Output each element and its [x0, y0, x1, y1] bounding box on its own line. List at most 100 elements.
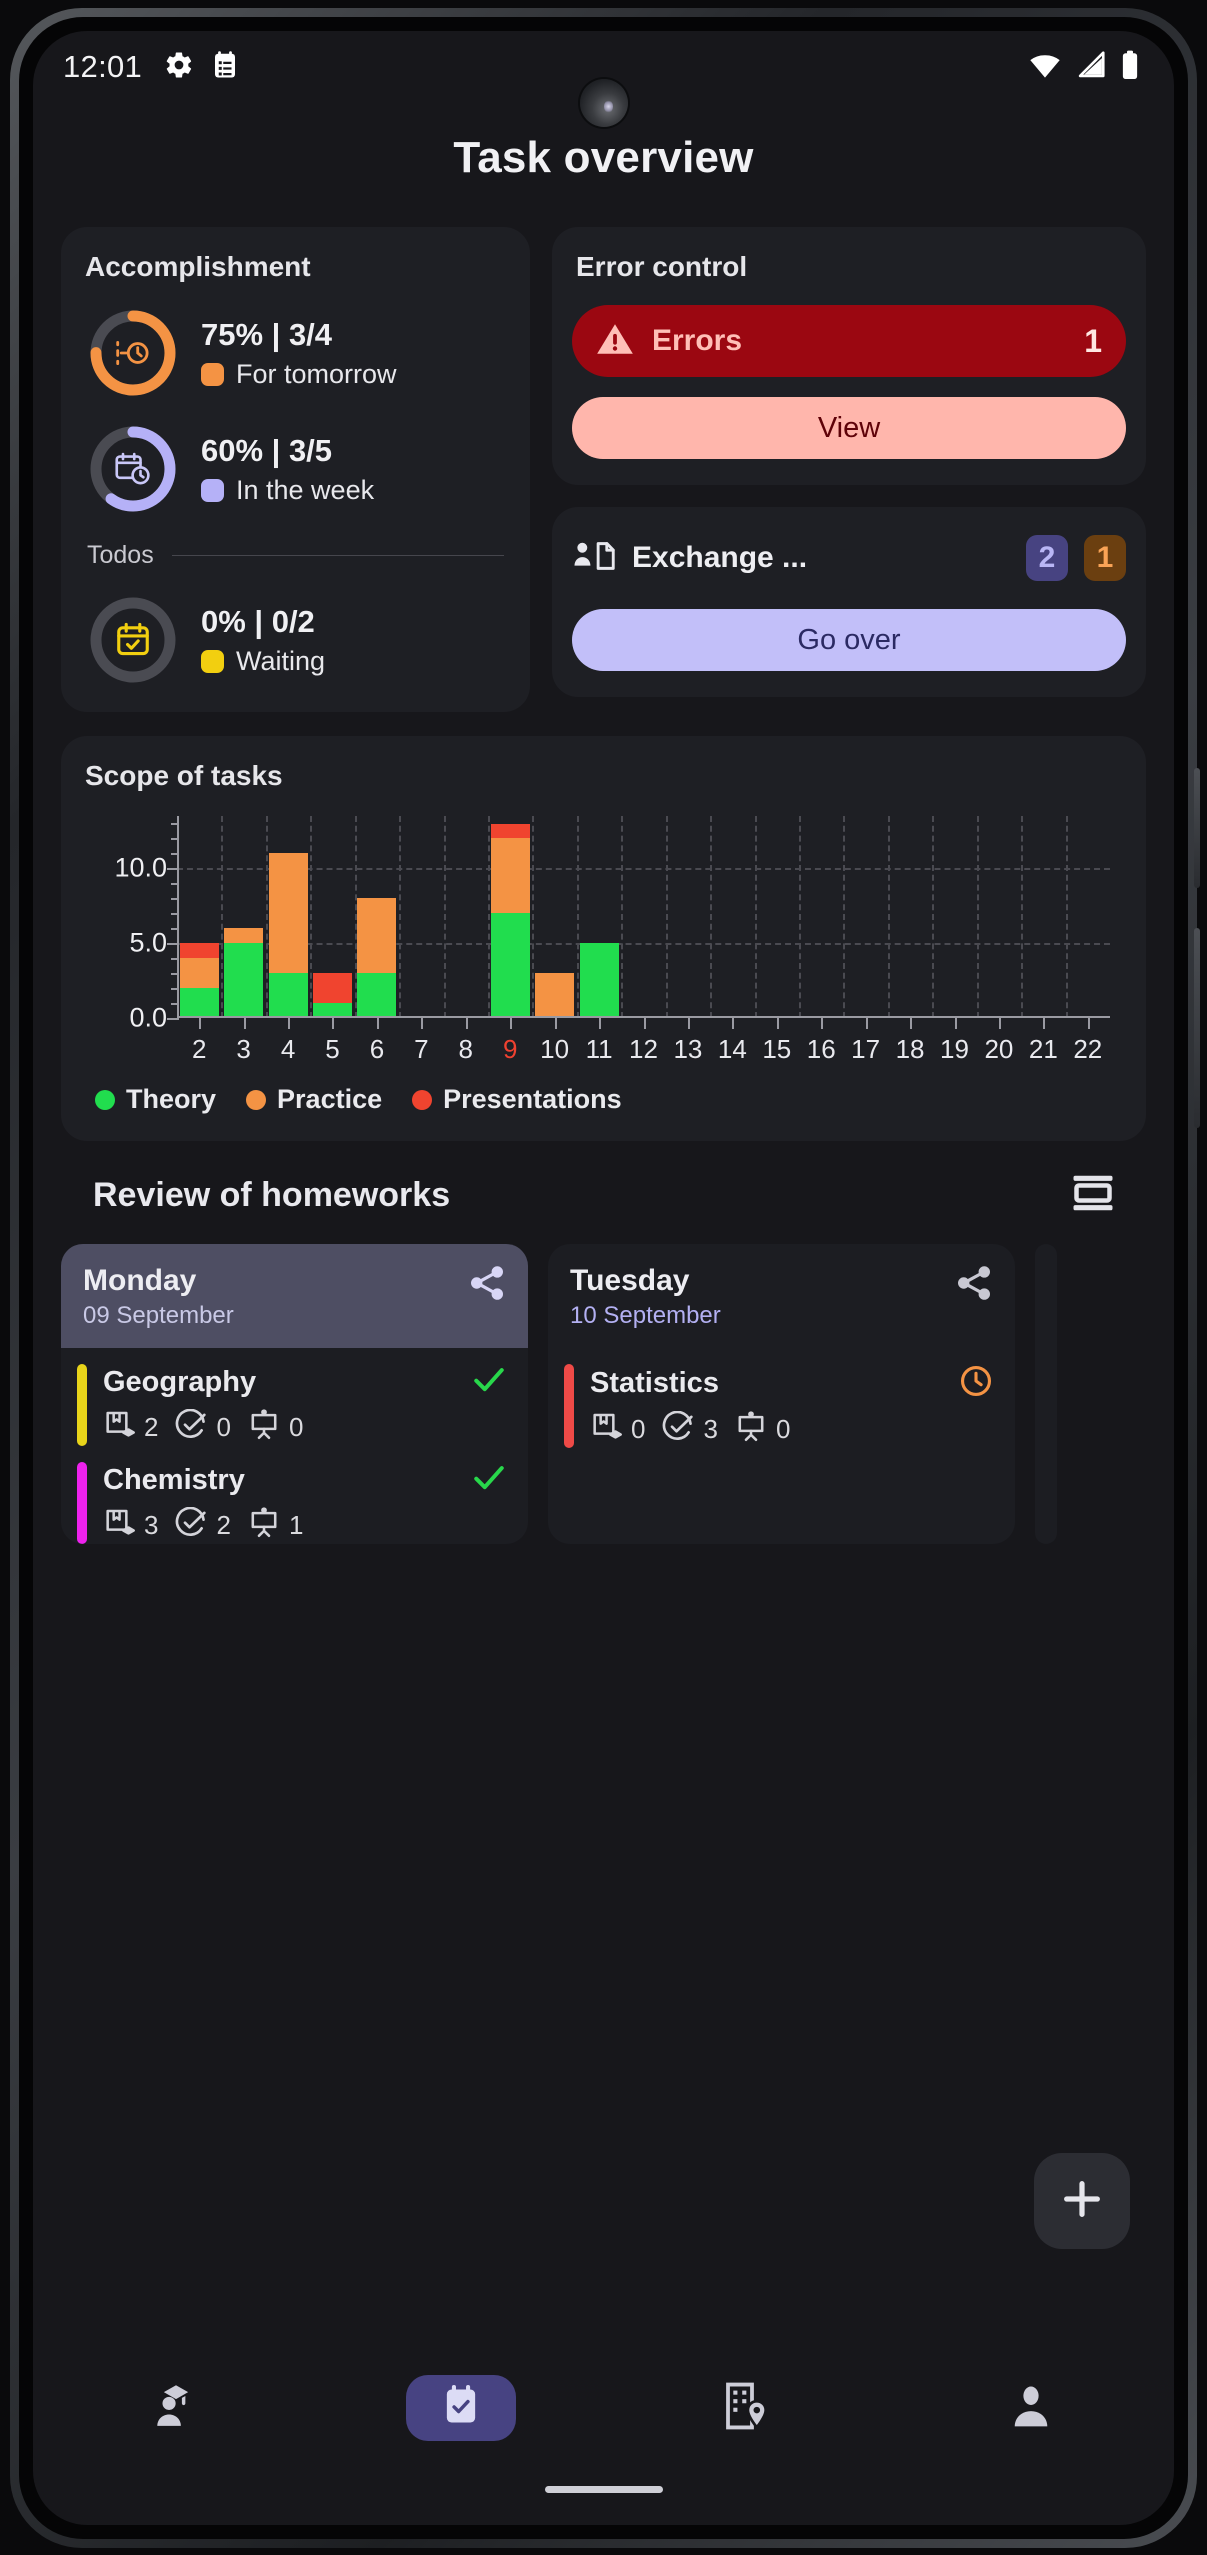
- nav-item-learning[interactable]: [33, 2383, 318, 2434]
- chart-bar[interactable]: [357, 898, 397, 1018]
- subject-metric: 2: [103, 1409, 158, 1446]
- go-over-button[interactable]: Go over: [572, 609, 1126, 671]
- subject-metric: 3: [103, 1507, 158, 1544]
- subject-metric: 0: [175, 1408, 231, 1446]
- subject-body: Geography 2 0 0: [103, 1364, 506, 1446]
- legend-item[interactable]: Practice: [246, 1084, 382, 1115]
- exchange-header: Exchange ... 2 1: [572, 535, 1126, 581]
- x-axis-label: 6: [369, 1034, 385, 1064]
- day-card[interactable]: Tuesday 10 September Statistics 0 3 0: [548, 1244, 1015, 1544]
- day-card[interactable]: Monday 09 September Geography 2 0 0 Chemistry 3…: [61, 1244, 528, 1544]
- share-icon[interactable]: [468, 1264, 506, 1307]
- x-axis-label: 3: [236, 1034, 251, 1064]
- chart-bar[interactable]: [268, 853, 308, 1018]
- subject-metric: 0: [248, 1409, 303, 1446]
- x-axis-tick: [199, 1018, 202, 1029]
- add-button[interactable]: [1034, 2153, 1130, 2249]
- chart-gridline: [177, 943, 1110, 946]
- check-icon: [472, 1364, 506, 1401]
- review-header: Review of homeworks: [93, 1175, 1114, 1216]
- power-button[interactable]: [1194, 928, 1200, 1128]
- legend-label: Presentations: [443, 1084, 622, 1114]
- x-axis-tick: [776, 1018, 779, 1029]
- front-camera: [579, 79, 628, 127]
- legend-item[interactable]: Presentations: [412, 1084, 622, 1115]
- errors-banner[interactable]: Errors 1: [572, 305, 1126, 377]
- chart-bar[interactable]: [535, 973, 575, 1018]
- chart-legend: Theory Practice Presentations: [61, 1084, 1146, 1115]
- nav-item-tasks[interactable]: [318, 2375, 603, 2441]
- share-icon[interactable]: [955, 1264, 993, 1307]
- x-axis-tick: [821, 1018, 824, 1029]
- stat-legend-label: Waiting: [236, 645, 326, 676]
- view-errors-button[interactable]: View: [572, 397, 1126, 459]
- error-control-card: Error control Errors 1 View: [552, 227, 1146, 485]
- check-circle-icon: [175, 1506, 207, 1544]
- check-circle-icon: [662, 1410, 694, 1448]
- chart-bar[interactable]: [312, 973, 353, 1018]
- stat-text-for-tomorrow: 75% | 3/4 For tomorrow: [201, 317, 397, 390]
- chart-bar[interactable]: [179, 943, 219, 1018]
- chart-gridline-vertical: [887, 816, 890, 1018]
- phone-frame: 12:01 Task overview Accomplishment 75% |…: [10, 8, 1200, 2548]
- chart-bar-segment: [357, 973, 397, 1018]
- stat-row-waiting[interactable]: 0% | 0/2 Waiting: [61, 594, 530, 686]
- gear-icon: [164, 50, 194, 85]
- x-axis-tick: [865, 1018, 868, 1029]
- chart-bar-segment: [268, 853, 308, 974]
- x-axis-tick: [376, 1018, 379, 1029]
- legend-label: Practice: [277, 1084, 383, 1114]
- legend-swatch: [201, 649, 224, 673]
- homework-day-strip[interactable]: Monday 09 September Geography 2 0 0 Chemistry 3…: [61, 1244, 1174, 1544]
- legend-swatch: [201, 478, 224, 502]
- nav-item-profile[interactable]: [889, 2383, 1174, 2434]
- legend-label: Theory: [126, 1084, 217, 1114]
- day-name: Tuesday: [570, 1264, 690, 1297]
- nav-active-pill[interactable]: [405, 2375, 516, 2441]
- subject-row[interactable]: Statistics 0 3 0: [548, 1348, 1015, 1448]
- progress-ring-for-tomorrow: [87, 307, 179, 399]
- y-axis-tick: [167, 1018, 179, 1020]
- subject-title-row: Geography: [103, 1364, 506, 1401]
- chart-bar-segment: [224, 928, 264, 944]
- person-icon: [1008, 2383, 1054, 2434]
- nav-item-campus[interactable]: [604, 2382, 889, 2435]
- x-axis-tick: [510, 1018, 513, 1029]
- bar-chart[interactable]: 0.0 5.0 10.0 2 3 4 5 6 7 8 9 10 11 12 13 14 15 16 17 18 19 20…: [85, 816, 1122, 1064]
- x-axis-tick: [1043, 1018, 1046, 1029]
- chart-gridline-vertical: [621, 816, 624, 1018]
- chart-bar-segment: [535, 973, 575, 1018]
- accomplishment-card[interactable]: Accomplishment 75% | 3/4 For tomorrow 60…: [61, 227, 530, 712]
- x-axis-tick: [954, 1018, 957, 1029]
- volume-button[interactable]: [1194, 768, 1200, 888]
- day-name: Monday: [83, 1264, 197, 1297]
- legend-dot: [246, 1089, 267, 1110]
- battery-icon: [1120, 50, 1140, 85]
- scope-title: Scope of tasks: [85, 760, 283, 791]
- error-control-title: Error control: [576, 251, 748, 282]
- calendar-check-icon: [114, 621, 152, 659]
- subject-row[interactable]: Chemistry 3 2 1: [61, 1446, 528, 1544]
- stat-row-in-the-week[interactable]: 60% | 3/5 In the week: [61, 423, 530, 515]
- subject-metric: 3: [662, 1410, 718, 1448]
- chart-bar-segment: [312, 973, 353, 1004]
- day-card-header-text: Tuesday 10 September: [570, 1264, 955, 1330]
- chart-bar[interactable]: [579, 943, 619, 1018]
- check-circle-icon: [175, 1408, 207, 1446]
- plus-icon: [1059, 2176, 1105, 2227]
- metric-value: 0: [288, 1412, 304, 1442]
- stat-legend-label: For tomorrow: [236, 358, 397, 389]
- summary-cards-row: Accomplishment 75% | 3/4 For tomorrow 60…: [61, 227, 1146, 712]
- chart-bar[interactable]: [224, 928, 264, 1018]
- x-axis-label: 4: [280, 1034, 296, 1064]
- day-card-next-peek[interactable]: [1035, 1244, 1057, 1544]
- day-card-header: Monday 09 September: [61, 1244, 528, 1348]
- presentation-board-icon: [248, 1409, 280, 1446]
- stat-row-for-tomorrow[interactable]: 75% | 3/4 For tomorrow: [61, 307, 530, 399]
- exchange-badge-secondary: 1: [1084, 535, 1126, 581]
- legend-item[interactable]: Theory: [95, 1084, 216, 1115]
- chart-bar[interactable]: [490, 823, 530, 1018]
- x-axis-tick: [332, 1018, 335, 1029]
- subject-row[interactable]: Geography 2 0 0: [61, 1348, 528, 1446]
- layout-toggle-icon[interactable]: [1072, 1175, 1114, 1216]
